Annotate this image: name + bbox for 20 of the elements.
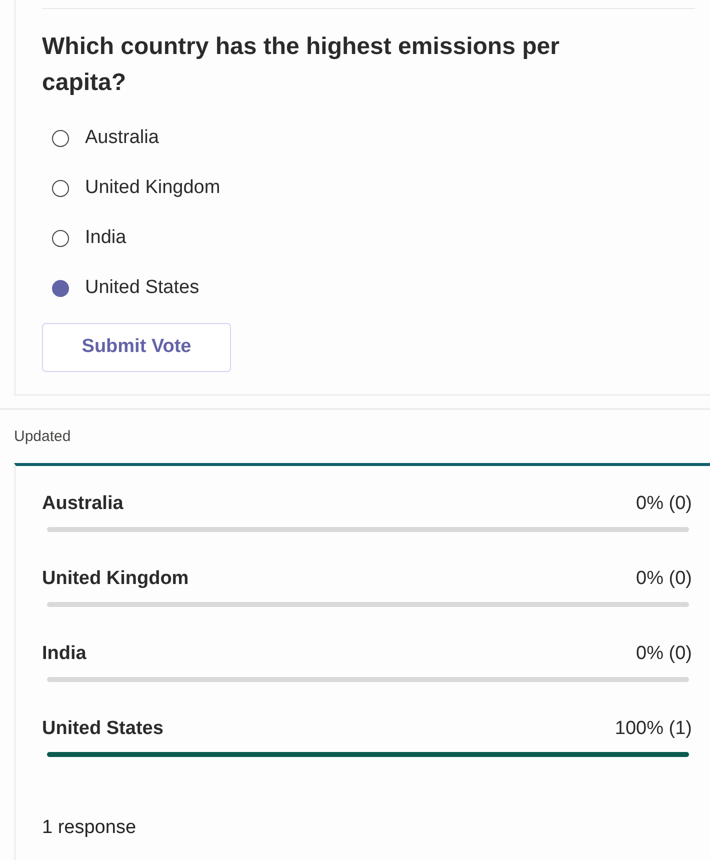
option-label[interactable]: United States	[85, 274, 200, 302]
option-label[interactable]: India	[85, 224, 126, 252]
result-reading: 100% (1)	[614, 717, 692, 742]
question-title: Which country has the highest emissions per capita?	[42, 32, 560, 98]
result-reading: 0% (0)	[636, 642, 692, 666]
radio-button[interactable]	[52, 280, 69, 296]
radio-button[interactable]	[52, 180, 69, 196]
result-reading: 0% (0)	[636, 492, 692, 516]
result-label: United Kingdom	[42, 567, 189, 592]
submit-vote-button[interactable]: Submit Vote	[42, 323, 231, 372]
radio-button[interactable]	[52, 130, 69, 146]
status-text: Updated	[14, 427, 72, 447]
result-reading: 0% (0)	[636, 567, 692, 592]
radio-button[interactable]	[52, 230, 69, 246]
option-label[interactable]: Australia	[85, 124, 159, 152]
result-label: India	[42, 642, 86, 666]
option-label[interactable]: United Kingdom	[85, 174, 220, 202]
result-label: Australia	[42, 492, 124, 516]
result-label: United States	[42, 717, 164, 742]
response-count: 1 response	[42, 816, 138, 840]
